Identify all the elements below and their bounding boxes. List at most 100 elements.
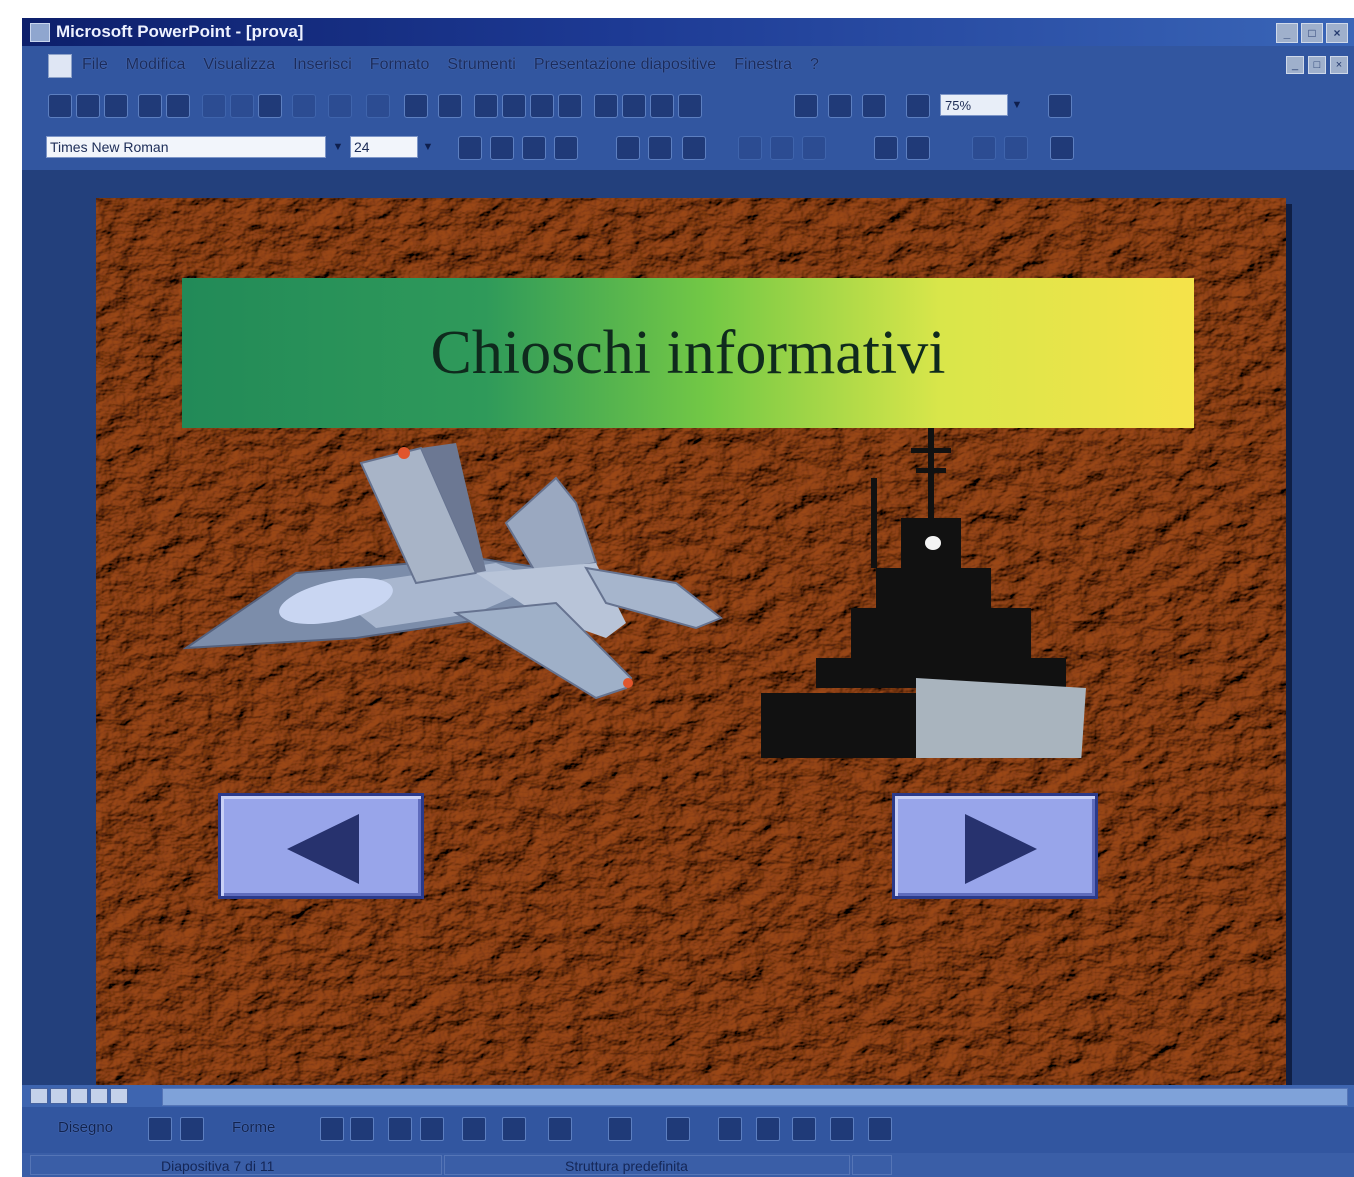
dash-style-icon[interactable] [756,1117,780,1141]
print-icon[interactable] [138,94,162,118]
maximize-button[interactable]: □ [1301,23,1323,43]
font-dropdown-icon[interactable]: ▼ [328,136,348,158]
menu-help[interactable]: ? [810,56,819,74]
text-box-icon[interactable] [462,1117,486,1141]
menu-presentazione[interactable]: Presentazione diapositive [534,56,716,74]
rectangle-icon[interactable] [388,1117,412,1141]
menu-visualizza[interactable]: Visualizza [203,56,275,74]
normal-view-icon[interactable] [30,1088,48,1104]
promote-icon[interactable] [972,136,996,160]
font-color-icon[interactable] [666,1117,690,1141]
menu-items: File Modifica Visualizza Inserisci Forma… [82,56,819,74]
font-size-input[interactable]: 24 [350,136,418,158]
prev-arrow-icon [287,814,359,884]
cut-icon[interactable] [202,94,226,118]
underline-icon[interactable] [522,136,546,160]
warship-icon[interactable] [756,418,1096,758]
forme-menu[interactable]: Forme [232,1119,275,1136]
powerpoint-app-icon[interactable] [30,23,50,42]
slide-title[interactable]: Chioschi informativi [182,278,1194,428]
apply-design-icon[interactable] [530,94,554,118]
spelling-status-icon[interactable] [852,1155,892,1175]
paste-icon[interactable] [258,94,282,118]
zoom-input[interactable]: 75% [940,94,1008,116]
font-name-input[interactable]: Times New Roman [46,136,326,158]
slide-sorter-view-icon[interactable] [90,1088,108,1104]
minimize-button[interactable]: _ [1276,23,1298,43]
line-icon[interactable] [320,1117,344,1141]
close-button[interactable]: × [1326,23,1348,43]
insert-word-table-icon[interactable] [828,94,852,118]
font-size-dropdown-icon[interactable]: ▼ [420,136,436,158]
shadow-icon[interactable] [830,1117,854,1141]
spellcheck-icon[interactable] [166,94,190,118]
demote-icon[interactable] [1004,136,1028,160]
redo-icon[interactable] [366,94,390,118]
slide-show-view-icon[interactable] [110,1088,128,1104]
doc-restore-button[interactable]: □ [1308,56,1326,74]
format-painter-icon[interactable] [292,94,316,118]
increase-font-icon[interactable] [874,136,898,160]
slide-layout-icon[interactable] [502,94,526,118]
web-toolbar-icon[interactable] [438,94,462,118]
slide-miniature-icon[interactable] [678,94,702,118]
decrease-spacing-icon[interactable] [802,136,826,160]
animation-effects-icon[interactable] [1050,136,1074,160]
increase-spacing-icon[interactable] [770,136,794,160]
save-icon[interactable] [104,94,128,118]
previous-slide-button[interactable] [218,793,424,899]
ellipse-icon[interactable] [420,1117,444,1141]
zoom-dropdown-icon[interactable]: ▼ [1010,94,1024,116]
insert-excel-sheet-icon[interactable] [862,94,886,118]
disegno-menu[interactable]: Disegno [58,1119,113,1136]
menu-modifica[interactable]: Modifica [126,56,186,74]
hyperlink-icon[interactable] [404,94,428,118]
help-icon[interactable] [1048,94,1072,118]
menu-inserisci[interactable]: Inserisci [293,56,352,74]
menu-strumenti[interactable]: Strumenti [447,56,515,74]
grayscale-icon[interactable] [906,94,930,118]
black-white-view-icon[interactable] [558,94,582,118]
copy-icon[interactable] [230,94,254,118]
arrow-style-icon[interactable] [792,1117,816,1141]
menu-formato[interactable]: Formato [370,56,430,74]
document-icon[interactable] [48,54,72,78]
fill-color-icon[interactable] [548,1117,572,1141]
doc-close-button[interactable]: × [1330,56,1348,74]
menu-finestra[interactable]: Finestra [734,56,792,74]
next-slide-button[interactable] [892,793,1098,899]
align-center-icon[interactable] [648,136,672,160]
italic-icon[interactable] [490,136,514,160]
doc-minimize-button[interactable]: _ [1286,56,1304,74]
insert-clipart-icon[interactable] [650,94,674,118]
bold-icon[interactable] [458,136,482,160]
menu-file[interactable]: File [82,56,108,74]
jet-fighter-icon[interactable] [176,423,736,723]
decrease-font-icon[interactable] [906,136,930,160]
undo-icon[interactable] [328,94,352,118]
status-bar: Diapositiva 7 di 11 Struttura predefinit… [22,1153,1354,1177]
wordart-icon[interactable] [502,1117,526,1141]
insert-chart-icon[interactable] [622,94,646,118]
open-folder-icon[interactable] [76,94,100,118]
align-left-icon[interactable] [616,136,640,160]
3d-icon[interactable] [868,1117,892,1141]
shadow-text-icon[interactable] [554,136,578,160]
line-style-icon[interactable] [718,1117,742,1141]
select-pointer-icon[interactable] [148,1117,172,1141]
slide-view-icon[interactable] [70,1088,88,1104]
align-right-icon[interactable] [682,136,706,160]
outline-view-icon[interactable] [50,1088,68,1104]
slide-canvas[interactable]: Chioschi informativi [96,198,1286,1086]
insert-table-icon[interactable] [594,94,618,118]
new-slide-icon[interactable] [474,94,498,118]
horizontal-scrollbar[interactable] [162,1088,1348,1106]
drawing-toolbar: Disegno Forme [22,1107,1354,1153]
arrow-icon[interactable] [350,1117,374,1141]
new-file-icon[interactable] [48,94,72,118]
pointer-select-icon[interactable] [794,94,818,118]
bullets-icon[interactable] [738,136,762,160]
free-rotate-icon[interactable] [180,1117,204,1141]
title-bar[interactable]: Microsoft PowerPoint - [prova] _ □ × [22,18,1354,46]
line-color-icon[interactable] [608,1117,632,1141]
